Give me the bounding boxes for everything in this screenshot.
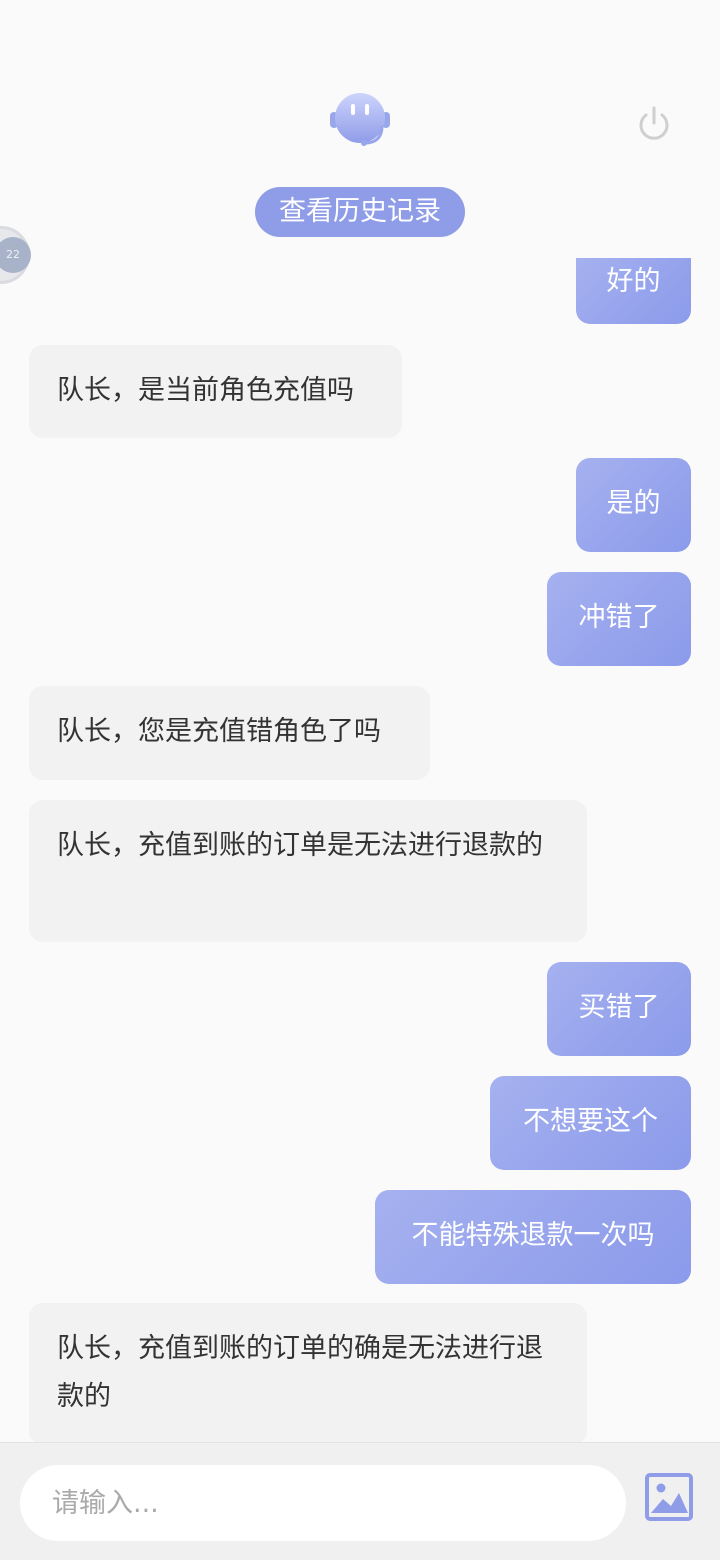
chat-header bbox=[0, 0, 720, 168]
message-input[interactable] bbox=[20, 1465, 626, 1541]
power-icon[interactable] bbox=[636, 104, 672, 144]
image-upload-icon[interactable] bbox=[645, 1473, 693, 1521]
message-bubble-outgoing: 不想要这个 bbox=[490, 1076, 691, 1170]
message-list[interactable]: 好的 队长，是当前角色充值吗 是的 冲错了 队长，您是充值错角色了吗 队长，充值… bbox=[0, 168, 720, 1442]
message-bubble-outgoing: 冲错了 bbox=[547, 572, 691, 666]
robot-headset-icon bbox=[330, 93, 390, 146]
message-input-bar bbox=[0, 1442, 720, 1560]
view-history-button[interactable]: 查看历史记录 bbox=[255, 187, 465, 237]
message-bubble-incoming: 队长，您是充值错角色了吗 bbox=[29, 686, 430, 780]
message-bubble-outgoing: 好的 bbox=[576, 258, 691, 324]
message-bubble-incoming: 队长，充值到账的订单是无法进行退款的 bbox=[29, 800, 587, 942]
message-bubble-outgoing: 是的 bbox=[576, 458, 691, 552]
message-bubble-incoming: 队长，充值到账的订单的确是无法进行退款的 bbox=[29, 1303, 587, 1442]
message-bubble-outgoing: 不能特殊退款一次吗 bbox=[375, 1190, 691, 1284]
message-bubble-outgoing: 买错了 bbox=[547, 962, 691, 1056]
message-bubble-incoming: 队长，是当前角色充值吗 bbox=[29, 345, 402, 438]
side-avatar-badge-text: 22 bbox=[0, 237, 31, 273]
